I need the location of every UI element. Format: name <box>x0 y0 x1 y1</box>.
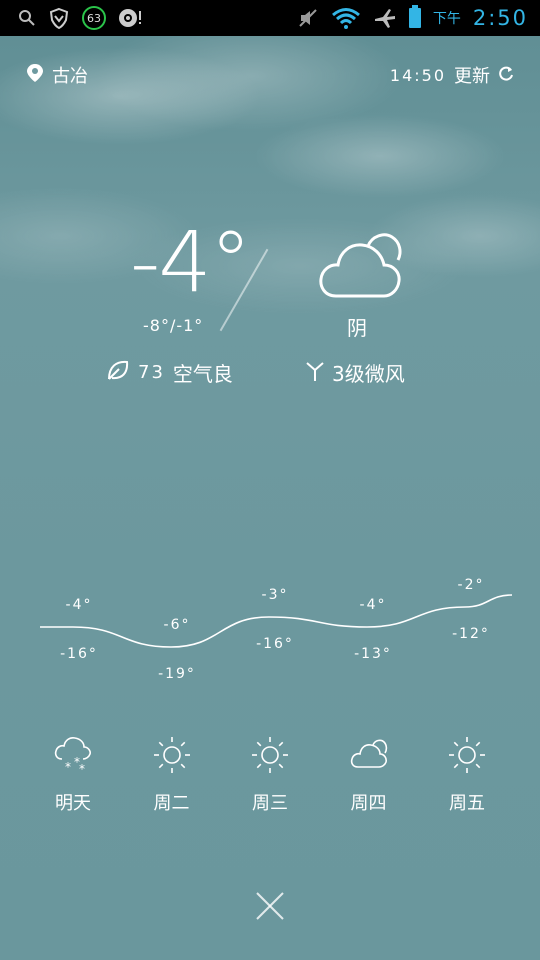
forecast-low: -13° <box>354 646 392 662</box>
camera-icon <box>118 7 144 29</box>
today-temp-range: -8°/-1° <box>143 316 204 335</box>
notification-badge: 63 <box>82 6 106 30</box>
forecast-low: -12° <box>452 626 490 642</box>
sun-icon <box>250 735 290 779</box>
forecast-low: -16° <box>60 646 98 662</box>
air-quality-value: 73 <box>138 362 165 383</box>
air-quality: 73 空气良 <box>106 358 233 387</box>
status-bar-right: 下午 2:50 <box>297 5 540 30</box>
forecast-day-name: 周四 <box>350 793 387 814</box>
current-temperature: -4° <box>130 213 252 311</box>
forecast-day[interactable]: 周三 <box>221 735 319 815</box>
forecast-high: -4° <box>66 597 93 613</box>
current-condition: 阴 <box>347 316 367 340</box>
sun-icon <box>447 735 487 779</box>
search-icon <box>18 9 36 27</box>
forecast-chart: -4° -16° -6° -19° -3° -16° -4° -13° -2° -12° <box>39 577 513 682</box>
cloud-icon <box>318 230 404 306</box>
wind: 3级微风 <box>304 358 405 387</box>
status-bar-left: 63 <box>0 6 144 30</box>
wifi-icon <box>331 7 361 29</box>
forecast-high: -6° <box>164 617 191 633</box>
forecast-day-name: 周二 <box>153 793 190 814</box>
updated-time: 14:50 <box>389 65 446 85</box>
snow-cloud-icon: * * * <box>53 735 93 779</box>
forecast-days: * * * 明天 周二 周三 周四 周五 <box>24 735 516 815</box>
wind-turbine-icon <box>304 358 326 387</box>
refresh-label: 更新 <box>454 66 490 87</box>
refresh-icon[interactable] <box>498 65 514 86</box>
mute-icon <box>297 7 319 29</box>
forecast-day[interactable]: 周二 <box>123 735 221 815</box>
refresh-area[interactable]: 14:50 更新 <box>390 62 514 88</box>
location-pin-icon <box>26 63 44 88</box>
shield-icon <box>48 7 70 29</box>
forecast-high: -4° <box>360 597 387 613</box>
svg-text:*: * <box>79 762 85 775</box>
forecast-day-name: 明天 <box>55 793 91 814</box>
sun-icon <box>152 735 192 779</box>
battery-icon <box>408 5 421 28</box>
status-time-label: 下午 <box>432 11 461 27</box>
cloud-icon <box>349 735 389 779</box>
wind-level: 3级微风 <box>332 362 405 386</box>
forecast-low: -19° <box>158 666 196 682</box>
air-quality-label: 空气良 <box>172 362 233 386</box>
forecast-low: -16° <box>256 636 294 652</box>
close-icon[interactable] <box>254 890 286 922</box>
airplane-icon <box>373 7 397 29</box>
status-time: 2:50 <box>472 6 528 30</box>
forecast-day[interactable]: * * * 明天 <box>24 735 122 815</box>
location-name: 古冶 <box>52 66 88 87</box>
forecast-high: -3° <box>262 587 289 603</box>
location[interactable]: 古冶 <box>26 62 88 88</box>
status-bar: 63 下午 2:50 <box>0 0 540 36</box>
leaf-icon <box>106 359 130 386</box>
forecast-day-name: 周五 <box>449 793 485 814</box>
forecast-day[interactable]: 周四 <box>320 735 418 815</box>
svg-text:*: * <box>65 760 71 774</box>
forecast-high: -2° <box>458 577 485 593</box>
forecast-day[interactable]: 周五 <box>418 735 516 815</box>
forecast-day-name: 周三 <box>252 793 288 814</box>
